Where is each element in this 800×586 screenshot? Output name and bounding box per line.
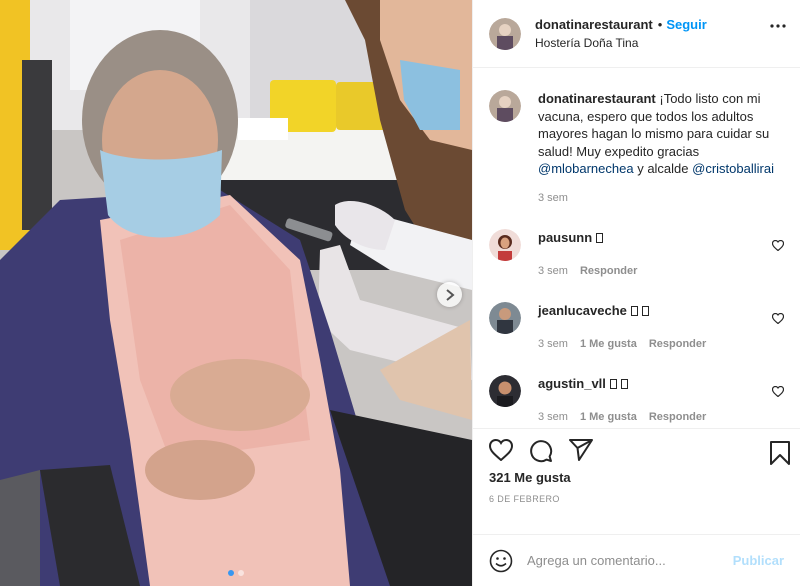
emoji-glyph <box>620 379 628 389</box>
comment-meta: 3 sem 1 Me gusta Responder <box>538 336 764 353</box>
caption-time[interactable]: 3 sem <box>538 190 784 208</box>
avatar[interactable] <box>489 302 521 334</box>
comment-reply-button[interactable]: Responder <box>649 336 706 353</box>
comment-meta: 3 sem Responder <box>538 263 764 280</box>
post-caption: donatinarestaurant ¡Todo listo con mi va… <box>489 68 784 207</box>
separator: • <box>657 16 663 32</box>
add-comment-bar: Agrega un comentario... Publicar <box>473 534 800 586</box>
next-slide-button[interactable] <box>437 282 462 307</box>
caption-body: donatinarestaurant ¡Todo listo con mi va… <box>538 90 784 207</box>
post-header: donatinarestaurant • Seguir Hostería Doña … <box>473 0 800 68</box>
comment-reply-button[interactable]: Responder <box>580 263 637 280</box>
comment-body: agustin_vll 3 sem 1 Me gusta Responder <box>538 375 764 426</box>
comment-time[interactable]: 3 sem <box>538 336 568 353</box>
mention-link[interactable]: @cristoballirai <box>692 161 774 176</box>
post-actions <box>473 428 800 484</box>
comment-heart-icon[interactable] <box>771 239 785 254</box>
caption-text-middle: y alcalde <box>633 161 693 176</box>
bookmark-icon[interactable] <box>770 441 790 465</box>
header-text: donatinarestaurant • Seguir Hostería Doña … <box>535 15 707 53</box>
instagram-post: donatinarestaurant • Seguir Hostería Doña … <box>0 0 800 586</box>
comment-body: pausunn 3 sem Responder <box>538 229 764 280</box>
mention-link[interactable]: @mlobarnechea <box>538 161 634 176</box>
comment-item: jeanlucaveche 3 sem 1 Me gusta Responder <box>489 302 785 353</box>
emoji-glyph <box>641 306 649 316</box>
comment-input[interactable]: Agrega un comentario... <box>527 553 733 568</box>
more-options-icon[interactable] <box>770 24 786 28</box>
emoji-glyph <box>596 233 604 243</box>
caption-username[interactable]: donatinarestaurant <box>538 91 656 106</box>
comment-item: agustin_vll 3 sem 1 Me gusta Responder <box>489 375 785 426</box>
emoji-glyph <box>630 306 638 316</box>
comment-meta: 3 sem 1 Me gusta Responder <box>538 409 764 426</box>
username-link[interactable]: donatinarestaurant <box>535 17 653 32</box>
comment-username[interactable]: jeanlucaveche <box>538 303 627 318</box>
avatar[interactable] <box>489 90 521 122</box>
comment-username[interactable]: agustin_vll <box>538 376 606 391</box>
carousel-indicators <box>0 570 472 576</box>
vaccination-scene-image <box>0 0 472 586</box>
post-photo[interactable] <box>0 0 472 586</box>
post-sidebar: donatinarestaurant • Seguir Hostería Doña … <box>472 0 800 586</box>
location-link[interactable]: Hostería Doña Tina <box>535 34 707 53</box>
heart-icon[interactable] <box>489 439 513 484</box>
comment-reply-button[interactable]: Responder <box>649 409 706 426</box>
publish-button[interactable]: Publicar <box>733 553 784 568</box>
comment-icon[interactable] <box>529 439 553 484</box>
carousel-dot-active <box>228 570 234 576</box>
post-date[interactable]: 6 DE FEBRERO <box>473 494 800 534</box>
comment-heart-icon[interactable] <box>771 385 785 400</box>
comment-likes[interactable]: 1 Me gusta <box>580 336 637 353</box>
carousel-dot <box>238 570 244 576</box>
emoji-glyph <box>609 379 617 389</box>
comment-heart-icon[interactable] <box>771 312 785 327</box>
smiley-icon[interactable] <box>489 549 513 573</box>
chevron-right-icon <box>445 288 455 301</box>
paper-plane-icon[interactable] <box>569 439 593 484</box>
comment-body: jeanlucaveche 3 sem 1 Me gusta Responder <box>538 302 764 353</box>
comment-time[interactable]: 3 sem <box>538 263 568 280</box>
comments-list[interactable]: donatinarestaurant ¡Todo listo con mi va… <box>473 68 800 428</box>
comment-username[interactable]: pausunn <box>538 230 592 245</box>
comment-likes[interactable]: 1 Me gusta <box>580 409 637 426</box>
comment-item: pausunn 3 sem Responder <box>489 229 785 280</box>
avatar[interactable] <box>489 375 521 407</box>
follow-button[interactable]: Seguir <box>666 17 706 32</box>
comment-time[interactable]: 3 sem <box>538 409 568 426</box>
avatar[interactable] <box>489 229 521 261</box>
avatar[interactable] <box>489 17 521 50</box>
